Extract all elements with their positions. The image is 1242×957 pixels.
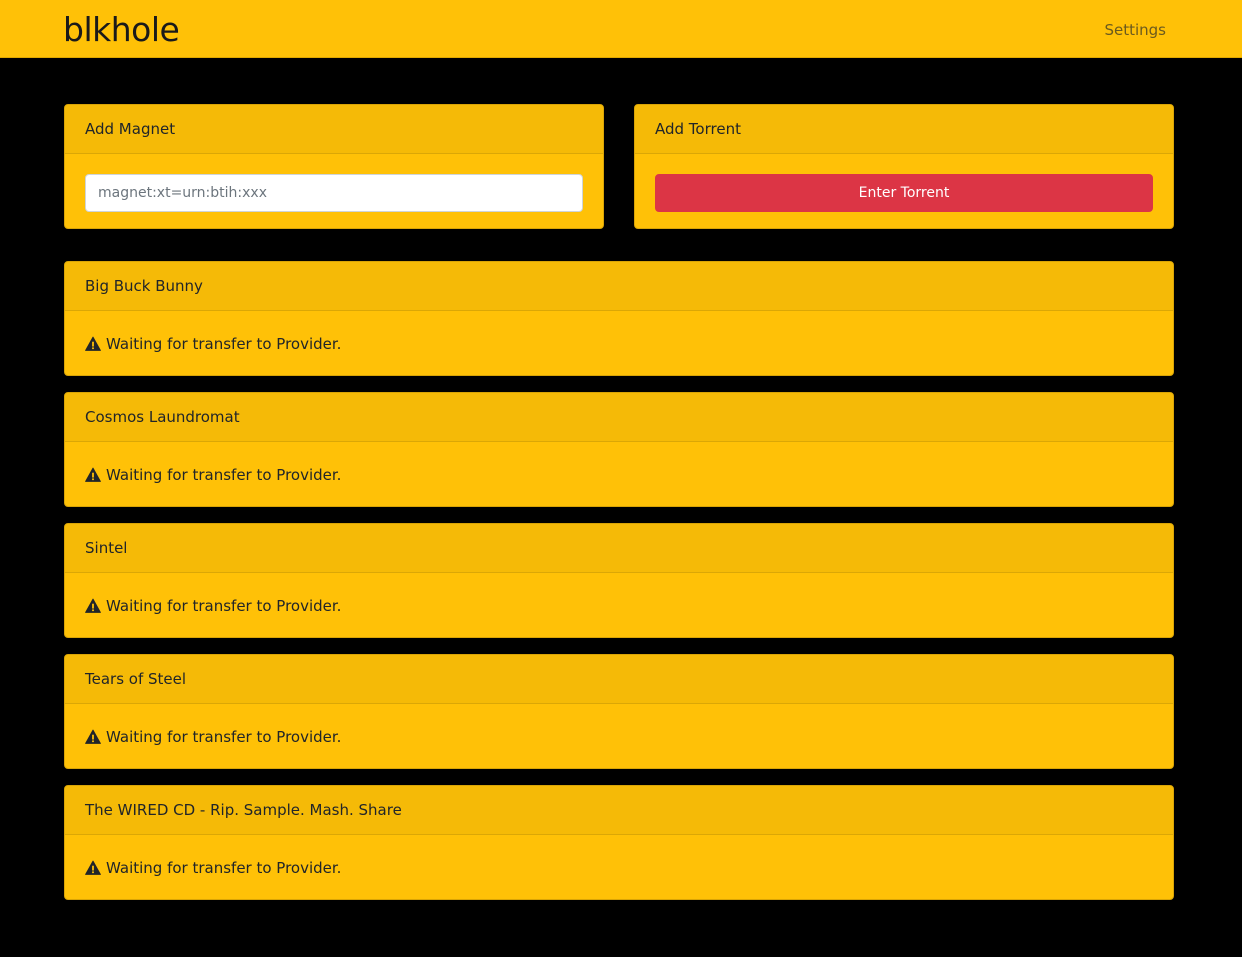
torrent-name: Cosmos Laundromat: [65, 393, 1173, 442]
torrent-status-text: Waiting for transfer to Provider.: [106, 859, 342, 877]
torrent-card: Sintel Waiting for transfer to Provider.: [64, 523, 1174, 638]
warning-icon: [85, 336, 101, 351]
torrent-status-text: Waiting for transfer to Provider.: [106, 466, 342, 484]
enter-torrent-button[interactable]: Enter Torrent: [655, 174, 1153, 212]
magnet-input[interactable]: [85, 174, 583, 212]
torrent-status-text: Waiting for transfer to Provider.: [106, 335, 342, 353]
torrent-status: Waiting for transfer to Provider.: [85, 726, 341, 748]
torrent-card: Cosmos Laundromat Waiting for transfer t…: [64, 392, 1174, 507]
torrent-name: Sintel: [65, 524, 1173, 573]
warning-icon: [85, 467, 101, 482]
settings-link[interactable]: Settings: [1104, 20, 1166, 40]
torrent-name: The WIRED CD - Rip. Sample. Mash. Share: [65, 786, 1173, 835]
add-magnet-title: Add Magnet: [65, 105, 603, 154]
add-magnet-card: Add Magnet: [64, 104, 604, 229]
torrent-name: Big Buck Bunny: [65, 262, 1173, 311]
torrent-name: Tears of Steel: [65, 655, 1173, 704]
torrent-card: Tears of Steel Waiting for transfer to P…: [64, 654, 1174, 769]
torrent-status-text: Waiting for transfer to Provider.: [106, 597, 342, 615]
torrent-status: Waiting for transfer to Provider.: [85, 333, 341, 355]
torrent-status-text: Waiting for transfer to Provider.: [106, 728, 342, 746]
torrent-status: Waiting for transfer to Provider.: [85, 595, 341, 617]
warning-icon: [85, 598, 101, 613]
torrent-status: Waiting for transfer to Provider.: [85, 464, 341, 486]
brand-logo[interactable]: blkhole: [63, 10, 180, 50]
warning-icon: [85, 729, 101, 744]
navbar: blkhole Settings: [0, 0, 1242, 58]
warning-icon: [85, 860, 101, 875]
torrent-card: The WIRED CD - Rip. Sample. Mash. Share …: [64, 785, 1174, 900]
add-torrent-card: Add Torrent Enter Torrent: [634, 104, 1174, 229]
add-torrent-title: Add Torrent: [635, 105, 1173, 154]
torrent-status: Waiting for transfer to Provider.: [85, 857, 341, 879]
torrent-card: Big Buck Bunny Waiting for transfer to P…: [64, 261, 1174, 376]
